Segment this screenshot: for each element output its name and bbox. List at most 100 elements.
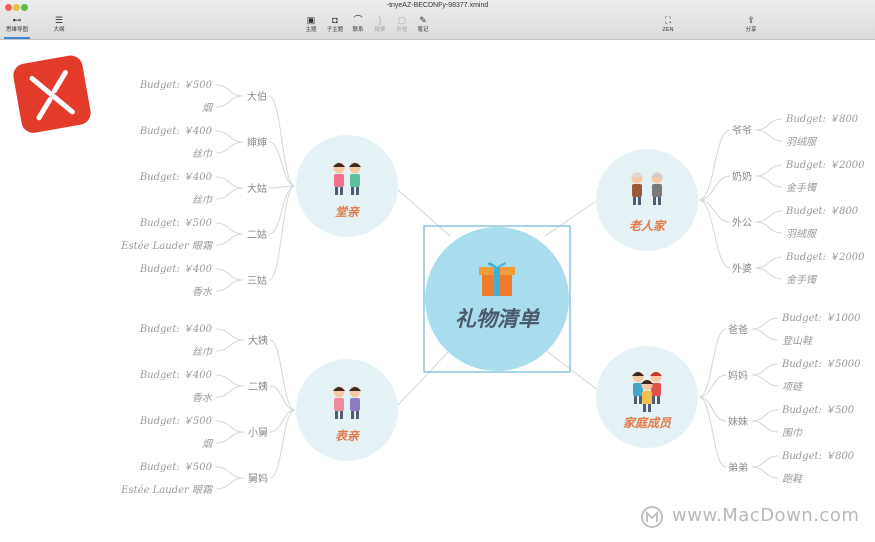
leaf-connector xyxy=(751,317,779,330)
watermark-text: www.MacDown.com xyxy=(672,505,860,526)
child-topic-label: 二姨 xyxy=(248,380,268,393)
gift-leaf: 丝巾 xyxy=(192,346,213,358)
note-button[interactable]: ✎ 笔记 xyxy=(410,14,436,38)
budget-leaf: Budget: ￥1000 xyxy=(781,313,861,324)
branch-connector xyxy=(269,339,296,411)
gift-leaf: 香水 xyxy=(192,286,213,298)
person-leg xyxy=(653,197,656,205)
topic-button[interactable]: ▣ 主题 xyxy=(298,14,324,38)
active-view-indicator xyxy=(4,37,30,39)
gift-leaf: 丝巾 xyxy=(192,148,213,160)
branch-connector xyxy=(698,396,727,468)
person-leg xyxy=(648,404,651,412)
share-button[interactable]: ⇪ 分享 xyxy=(738,14,764,38)
mindmap-svg: 大伯Budget: ￥500烟婶婶Budget: ￥400丝巾大姑Budget:… xyxy=(120,80,865,496)
outline-view-button[interactable]: ☰ 大纲 xyxy=(46,14,72,38)
child-topic-label: 爷爷 xyxy=(732,124,752,137)
branch-connector xyxy=(269,409,296,433)
child-topic-label: 三姑 xyxy=(247,274,267,287)
leaf-connector xyxy=(755,175,783,188)
branch-connector xyxy=(698,199,731,223)
budget-leaf: Budget: ￥800 xyxy=(781,451,855,462)
leaf-connector xyxy=(215,222,244,235)
branch-connector xyxy=(269,385,296,411)
person-leg xyxy=(335,187,338,195)
budget-leaf: Budget: ￥800 xyxy=(785,206,859,217)
person-body xyxy=(632,184,642,197)
leaf-connector xyxy=(215,339,245,352)
outline-icon: ☰ xyxy=(54,15,64,25)
leaf-connector xyxy=(215,279,244,292)
branch-topic-label: 老人家 xyxy=(629,219,667,233)
budget-leaf: Budget: ￥500 xyxy=(139,218,213,229)
child-topic-label: 大姨 xyxy=(248,334,268,347)
person-leg xyxy=(351,187,354,195)
budget-leaf: Budget: ￥2000 xyxy=(785,160,865,171)
leaf-connector xyxy=(215,176,244,189)
leaf-connector xyxy=(751,374,779,387)
leaf-connector xyxy=(755,221,783,234)
branch-connector xyxy=(698,396,727,422)
leaf-connector xyxy=(751,409,779,422)
leaf-connector xyxy=(755,164,783,177)
gift-icon xyxy=(479,262,515,296)
zen-mode-button[interactable]: ⛶ ZEN xyxy=(655,14,681,38)
leaf-connector xyxy=(215,268,244,281)
fullscreen-icon: ⛶ xyxy=(664,15,672,25)
branch-connector xyxy=(698,374,727,398)
leaf-connector xyxy=(751,363,779,376)
gift-ribbon xyxy=(494,267,500,296)
budget-leaf: Budget: ￥500 xyxy=(139,80,213,91)
center-connector-tr xyxy=(544,199,599,237)
person-leg xyxy=(356,411,359,419)
zen-label: ZEN xyxy=(662,27,674,33)
gift-leaf: 登山鞋 xyxy=(782,335,814,347)
leaf-connector xyxy=(215,477,245,490)
gift-leaf: 项链 xyxy=(782,381,804,393)
child-topic-label: 婶婶 xyxy=(247,136,267,149)
person-leg xyxy=(658,197,661,205)
leaf-connector xyxy=(215,130,244,143)
child-topic-label: 爸爸 xyxy=(728,323,748,336)
leaf-connector xyxy=(215,466,245,479)
mindmap-view-label: 思维导图 xyxy=(5,27,28,33)
leaf-connector xyxy=(215,187,244,200)
gift-leaf: 丝巾 xyxy=(192,194,213,206)
leaf-connector xyxy=(215,84,244,97)
branch-connector xyxy=(268,141,296,187)
note-label: 笔记 xyxy=(417,27,429,33)
person-leg xyxy=(652,396,655,404)
child-topic-label: 外婆 xyxy=(732,263,752,275)
person-leg xyxy=(356,187,359,195)
leaf-connector xyxy=(755,118,783,131)
person-body xyxy=(350,174,360,187)
mindmap-view-button[interactable]: ⊷ 思维导图 xyxy=(4,14,30,38)
person-leg xyxy=(639,396,642,404)
branch-connector xyxy=(698,175,731,201)
child-topic-label: 小舅 xyxy=(248,427,268,439)
person-body xyxy=(642,391,652,404)
leaf-connector xyxy=(215,141,244,154)
branch-bubble xyxy=(296,135,398,237)
budget-leaf: Budget: ￥2000 xyxy=(785,252,865,263)
branch-topic-label: 堂亲 xyxy=(335,205,361,219)
leaf-connector xyxy=(755,256,783,269)
branch-bubble xyxy=(296,359,398,461)
leaf-connector xyxy=(755,210,783,223)
window-titlebar: -tnyeAZ-BECDNFy-98377.xmind ⊷ 思维导图 ☰ 大纲 … xyxy=(0,0,875,40)
person-leg xyxy=(335,411,338,419)
topic-label: 主题 xyxy=(305,27,317,33)
mindmap-canvas[interactable]: 大伯 Budget: ￥500 烟婶婶 Budget: ￥400 丝巾 大姑 Budget:… xyxy=(0,40,875,537)
topic-icon: ▣ xyxy=(306,15,316,25)
person-body xyxy=(334,398,344,411)
leaf-connector xyxy=(215,374,245,387)
child-topic-label: 大姑 xyxy=(247,182,267,195)
leaf-connector xyxy=(755,129,783,142)
person-body xyxy=(350,398,360,411)
leaf-connector xyxy=(215,328,245,341)
child-topic-label: 妹妹 xyxy=(728,416,748,428)
budget-leaf: Budget: ￥500 xyxy=(139,416,213,427)
branch-topic-label: 表亲 xyxy=(335,429,361,443)
branch-connector xyxy=(268,185,296,281)
share-icon: ⇪ xyxy=(747,15,755,25)
